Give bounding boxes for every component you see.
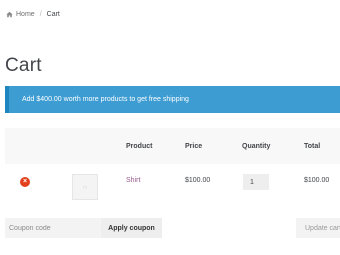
column-header-product: Product (126, 143, 153, 150)
page-title: Cart (5, 55, 42, 76)
cart-table: Product Price Quantity Total (5, 128, 340, 164)
product-thumbnail[interactable]: □ (72, 174, 98, 200)
product-name-link[interactable]: Shirt (126, 177, 140, 184)
breadcrumb: Home / Cart (6, 11, 60, 18)
free-shipping-notice: Add $400.00 worth more products to get f… (5, 86, 340, 113)
breadcrumb-current: Cart (46, 11, 60, 18)
update-cart-button[interactable]: Update cart (296, 218, 340, 238)
cart-table-header: Product Price Quantity Total (5, 128, 340, 164)
breadcrumb-home-link[interactable]: Home (16, 11, 35, 18)
product-price: $100.00 (185, 177, 211, 184)
column-header-quantity: Quantity (242, 143, 271, 150)
product-subtotal: $100.00 (304, 177, 330, 184)
breadcrumb-separator: / (39, 11, 42, 18)
quantity-input[interactable] (243, 174, 269, 190)
coupon-code-input[interactable] (5, 218, 101, 238)
apply-coupon-button[interactable]: Apply coupon (101, 218, 162, 238)
column-header-price: Price (185, 143, 203, 150)
home-icon (6, 11, 13, 18)
remove-icon[interactable]: × (20, 177, 30, 187)
column-header-total: Total (304, 143, 321, 150)
